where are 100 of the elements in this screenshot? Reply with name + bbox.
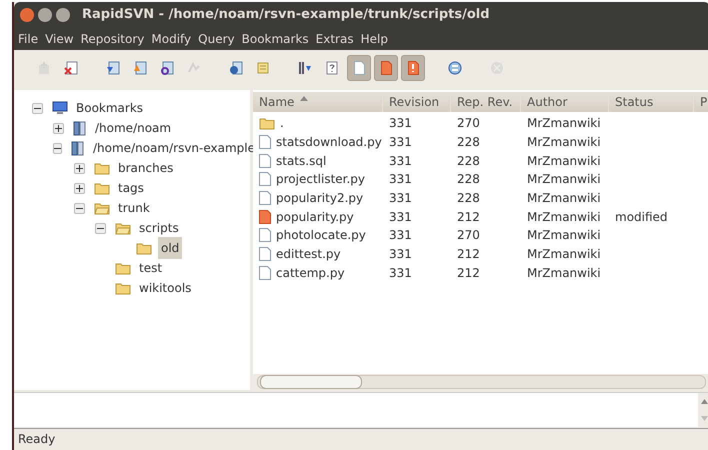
table-cell: MrZmanwiki (527, 228, 601, 242)
table-cell: popularity.py (276, 210, 354, 224)
file-icon (259, 135, 271, 150)
table-cell: popularity2.py (276, 191, 364, 206)
upload-icon (132, 60, 148, 76)
file-icon (259, 266, 271, 280)
folder-icon (259, 116, 275, 130)
warning-document-icon (405, 60, 421, 76)
plus-icon (76, 164, 83, 172)
tree-item[interactable]: scripts (137, 220, 181, 236)
toolbar-button[interactable] (401, 55, 425, 81)
file-icon (259, 228, 271, 242)
table-cell: MrZmanwiki (527, 116, 601, 130)
menu-item[interactable]: Query (198, 32, 235, 46)
tree-item[interactable]: /home/noam (93, 120, 174, 136)
vertical-scrollbar[interactable] (698, 393, 708, 427)
plus-icon (55, 124, 62, 132)
file-icon (259, 154, 271, 168)
close-button[interactable] (20, 8, 34, 22)
delete-icon (63, 60, 79, 76)
tree-item[interactable]: test (137, 260, 164, 276)
menu-item[interactable]: Bookmarks (242, 32, 309, 46)
minimize-button[interactable] (38, 8, 52, 22)
menu-item[interactable]: Modify (151, 32, 192, 46)
table-cell: 212 (457, 247, 480, 262)
table-cell: 228 (457, 154, 480, 168)
table-cell: 212 (457, 266, 480, 280)
file-icon (259, 247, 271, 262)
table-cell: 228 (457, 135, 480, 150)
table-cell: MrZmanwiki (527, 266, 601, 280)
download-icon (105, 60, 121, 76)
file-icon (259, 172, 271, 186)
horizontal-scrollbar[interactable] (253, 374, 708, 390)
table-cell: 331 (389, 135, 412, 150)
table-cell: 331 (389, 116, 412, 130)
table-cell: 331 (389, 228, 412, 242)
collapse-toggle[interactable] (32, 102, 43, 114)
tree-item[interactable]: tags (116, 180, 146, 196)
table-cell: 331 (389, 154, 412, 168)
menu-item[interactable]: Help (360, 32, 388, 46)
folder-icon (94, 181, 110, 195)
computer-icon (52, 101, 68, 115)
add-icon (36, 60, 52, 76)
open-folder-icon (115, 221, 131, 235)
table-cell: MrZmanwiki (527, 191, 601, 206)
open-folder-icon (94, 201, 110, 215)
table-cell: photolocate.py (276, 228, 366, 242)
sort-arrow-icon (300, 96, 308, 100)
column-header[interactable]: P (694, 92, 708, 112)
column-header[interactable]: Name (253, 92, 383, 112)
column-header[interactable]: Author (521, 92, 609, 112)
expand-toggle[interactable] (53, 122, 64, 134)
maximize-button[interactable] (56, 8, 70, 22)
column-header[interactable]: Revision (383, 92, 451, 112)
table-cell: . (280, 116, 284, 130)
table-cell: MrZmanwiki (527, 247, 601, 262)
tree-item[interactable]: wikitools (137, 280, 194, 296)
table-cell: edittest.py (276, 247, 341, 262)
folder-icon (115, 281, 131, 295)
table-cell: MrZmanwiki (527, 135, 601, 150)
table-cell: cattemp.py (276, 266, 345, 280)
table-cell: 228 (457, 191, 480, 206)
table-cell: 212 (457, 210, 480, 224)
column-header[interactable]: Status (609, 92, 694, 112)
table-cell: modified (615, 210, 668, 224)
document-icon (351, 60, 367, 76)
table-cell: 331 (389, 172, 412, 186)
table-cell: MrZmanwiki (527, 154, 601, 168)
tree-item[interactable]: /home/noam/rsvn-example (91, 140, 258, 156)
table-cell: projectlister.py (276, 172, 366, 186)
table-cell: stats.sql (276, 154, 326, 168)
scroll-up-icon[interactable] (700, 399, 708, 404)
file-icon (259, 210, 271, 224)
table-cell: 331 (389, 266, 412, 280)
tree-item[interactable]: Bookmarks (74, 100, 146, 116)
folder-icon (136, 241, 152, 255)
document-icon (378, 60, 394, 76)
window-title: RapidSVN - /home/noam/rsvn-example/trunk/scripts/old (82, 7, 490, 22)
expand-toggle[interactable] (74, 162, 85, 174)
tree-item[interactable]: trunk (116, 200, 152, 216)
book-icon (73, 120, 87, 136)
tree-item[interactable]: branches (116, 160, 176, 176)
menu-item[interactable]: Extras (316, 32, 354, 46)
collapse-toggle[interactable] (95, 222, 106, 234)
table-cell: 228 (457, 172, 480, 186)
table-cell: 331 (389, 210, 412, 224)
table-cell: 270 (457, 228, 480, 242)
plus-icon (76, 184, 83, 192)
table-cell: statsdownload.py (276, 135, 382, 150)
table-cell: MrZmanwiki (527, 210, 601, 224)
collapse-toggle[interactable] (74, 202, 85, 214)
column-header[interactable]: Rep. Rev. (451, 92, 521, 112)
collapse-toggle[interactable] (53, 142, 62, 154)
tree-item[interactable]: old (158, 237, 182, 259)
menu-item[interactable]: Repository (80, 32, 144, 46)
menu-item[interactable]: File (18, 32, 38, 46)
table-cell: 331 (389, 191, 412, 206)
expand-toggle[interactable] (74, 182, 85, 194)
menu-item[interactable]: View (45, 32, 74, 46)
status-text: Ready (18, 432, 56, 446)
